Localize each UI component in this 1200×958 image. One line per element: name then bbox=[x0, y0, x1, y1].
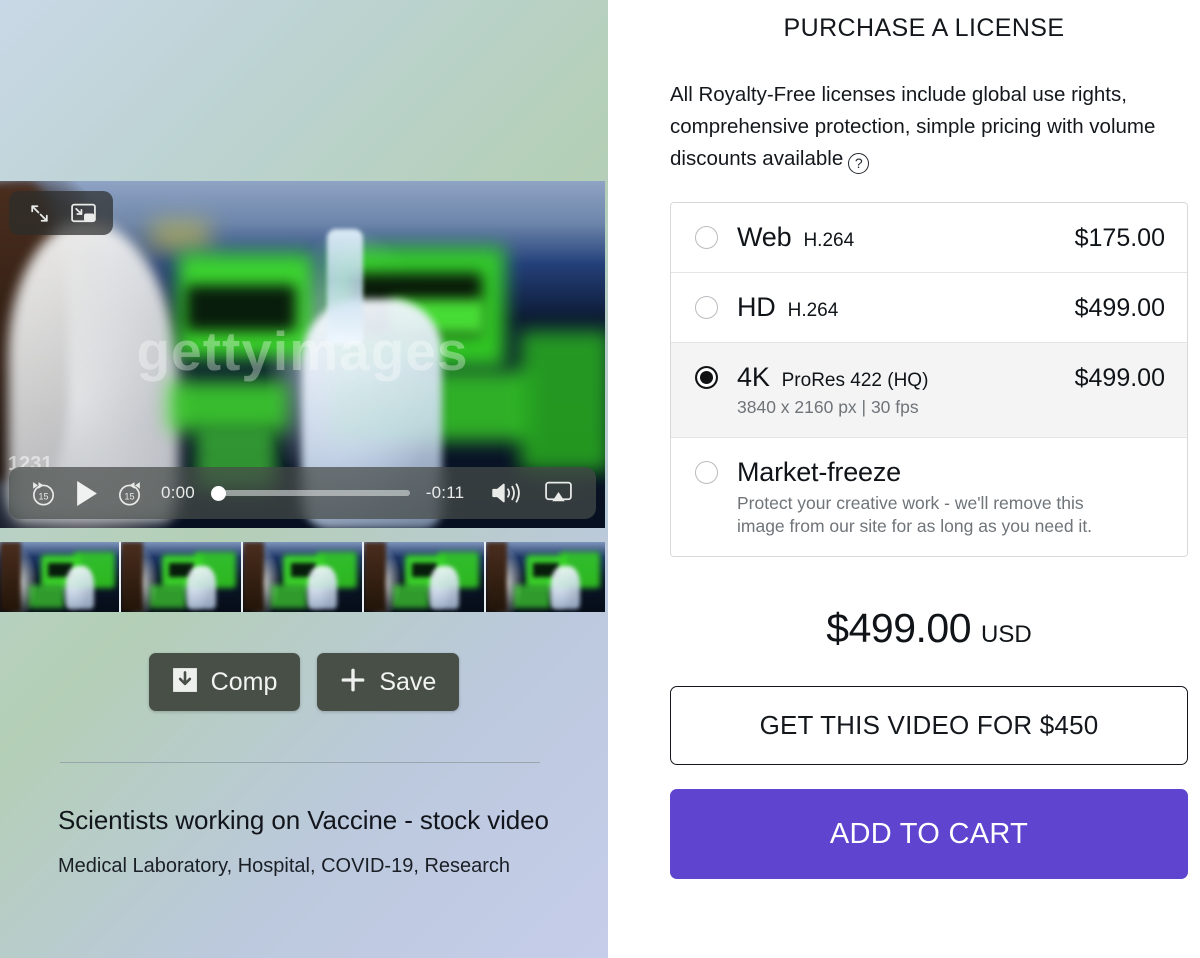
radio-hd[interactable] bbox=[695, 296, 718, 320]
save-button[interactable]: Save bbox=[317, 653, 460, 711]
save-button-label: Save bbox=[379, 667, 437, 696]
license-price: $499.00 bbox=[1074, 294, 1165, 323]
license-option-hd[interactable]: HD H.264 $499.00 bbox=[671, 273, 1187, 344]
play-button[interactable] bbox=[63, 480, 109, 507]
progress-slider[interactable] bbox=[211, 483, 410, 503]
svg-text:15: 15 bbox=[38, 491, 48, 501]
video-thumbnail-strip[interactable] bbox=[0, 542, 605, 612]
license-description: All Royalty-Free licenses include global… bbox=[670, 79, 1188, 174]
license-option-content: Web H.264 bbox=[737, 222, 1065, 253]
license-option-content: Market-freeze Protect your creative work… bbox=[737, 457, 1165, 537]
license-codec: H.264 bbox=[803, 230, 855, 252]
download-icon bbox=[172, 667, 198, 698]
progress-knob[interactable] bbox=[211, 485, 226, 501]
watermark-text: gettyimages bbox=[136, 320, 469, 383]
add-to-cart-button[interactable]: ADD TO CART bbox=[670, 789, 1188, 880]
purchase-panel: PURCHASE A LICENSE All Royalty-Free lice… bbox=[608, 0, 1200, 958]
total-currency: USD bbox=[981, 621, 1032, 649]
license-codec: ProRes 422 (HQ) bbox=[781, 370, 929, 392]
radio-web[interactable] bbox=[695, 226, 718, 250]
license-option-content: 4K ProRes 422 (HQ) 3840 x 2160 px | 30 f… bbox=[737, 362, 1065, 418]
media-preview-panel: gettyimages 1231 15 15 0:00 -0:11 Comp S… bbox=[0, 0, 608, 958]
airplay-icon[interactable] bbox=[534, 480, 582, 506]
radio-4k[interactable] bbox=[695, 366, 718, 390]
volume-icon[interactable] bbox=[482, 480, 534, 506]
license-options-list: Web H.264 $175.00 HD H.264 $499.00 4K Pr… bbox=[670, 202, 1188, 558]
total-amount: $499.00 bbox=[826, 605, 972, 652]
license-price: $175.00 bbox=[1074, 224, 1165, 253]
license-name: Market-freeze bbox=[737, 457, 901, 488]
skip-back-15-icon[interactable]: 15 bbox=[23, 480, 63, 507]
purchase-license-page: gettyimages 1231 15 15 0:00 -0:11 Comp S… bbox=[0, 0, 1200, 958]
section-divider bbox=[60, 762, 540, 763]
license-detail: 3840 x 2160 px | 30 fps bbox=[737, 397, 919, 418]
asset-keywords: Medical Laboratory, Hospital, COVID-19, … bbox=[58, 854, 511, 877]
radio-market-freeze[interactable] bbox=[695, 461, 718, 485]
license-codec: H.264 bbox=[787, 300, 839, 322]
total-price: $499.00 USD bbox=[670, 605, 1188, 652]
video-overlay-controls bbox=[9, 191, 113, 235]
license-name: 4K bbox=[737, 362, 770, 393]
page-title: PURCHASE A LICENSE bbox=[783, 14, 1065, 42]
current-time: 0:00 bbox=[161, 483, 195, 502]
video-bg-blob bbox=[520, 331, 605, 471]
comp-button[interactable]: Comp bbox=[148, 653, 301, 711]
video-controls-bar: 15 15 0:00 -0:11 bbox=[9, 467, 596, 519]
license-option-content: HD H.264 bbox=[737, 292, 1065, 323]
video-bg-blob bbox=[168, 381, 288, 431]
thumbnail-frame[interactable] bbox=[364, 542, 486, 612]
thumbnail-frame[interactable] bbox=[242, 542, 365, 612]
watermark: gettyimages bbox=[137, 319, 469, 383]
license-price: $499.00 bbox=[1074, 364, 1165, 393]
progress-track bbox=[223, 490, 410, 496]
plus-icon bbox=[340, 667, 366, 698]
remaining-time: -0:11 bbox=[425, 483, 465, 502]
comp-button-label: Comp bbox=[210, 667, 278, 696]
skip-forward-15-icon[interactable]: 15 bbox=[109, 480, 149, 507]
fullscreen-icon[interactable] bbox=[21, 198, 57, 228]
asset-metadata: Scientists working on Vaccine - stock vi… bbox=[58, 805, 578, 880]
license-option-market-freeze[interactable]: Market-freeze Protect your creative work… bbox=[671, 438, 1187, 557]
thumbnail-frame[interactable] bbox=[0, 542, 122, 612]
license-name: Web bbox=[737, 222, 792, 253]
license-detail: Protect your creative work - we'll remov… bbox=[737, 493, 1093, 536]
picture-in-picture-icon[interactable] bbox=[65, 198, 101, 228]
media-actions: Comp Save bbox=[0, 653, 608, 711]
get-this-video-button[interactable]: GET THIS VIDEO FOR $450 bbox=[670, 686, 1188, 766]
license-name: HD bbox=[737, 292, 776, 323]
question-mark-icon[interactable]: ? bbox=[848, 152, 870, 174]
video-player[interactable]: gettyimages 1231 15 15 0:00 -0:11 bbox=[0, 181, 605, 528]
asset-title: Scientists working on Vaccine - stock vi… bbox=[58, 805, 549, 835]
license-description-text: All Royalty-Free licenses include global… bbox=[670, 83, 1156, 170]
license-option-web[interactable]: Web H.264 $175.00 bbox=[671, 203, 1187, 274]
thumbnail-frame[interactable] bbox=[485, 542, 605, 612]
video-bg-blob bbox=[150, 221, 210, 251]
license-option-4k[interactable]: 4K ProRes 422 (HQ) 3840 x 2160 px | 30 f… bbox=[671, 343, 1187, 439]
svg-text:15: 15 bbox=[124, 491, 134, 501]
thumbnail-frame[interactable] bbox=[121, 542, 243, 612]
